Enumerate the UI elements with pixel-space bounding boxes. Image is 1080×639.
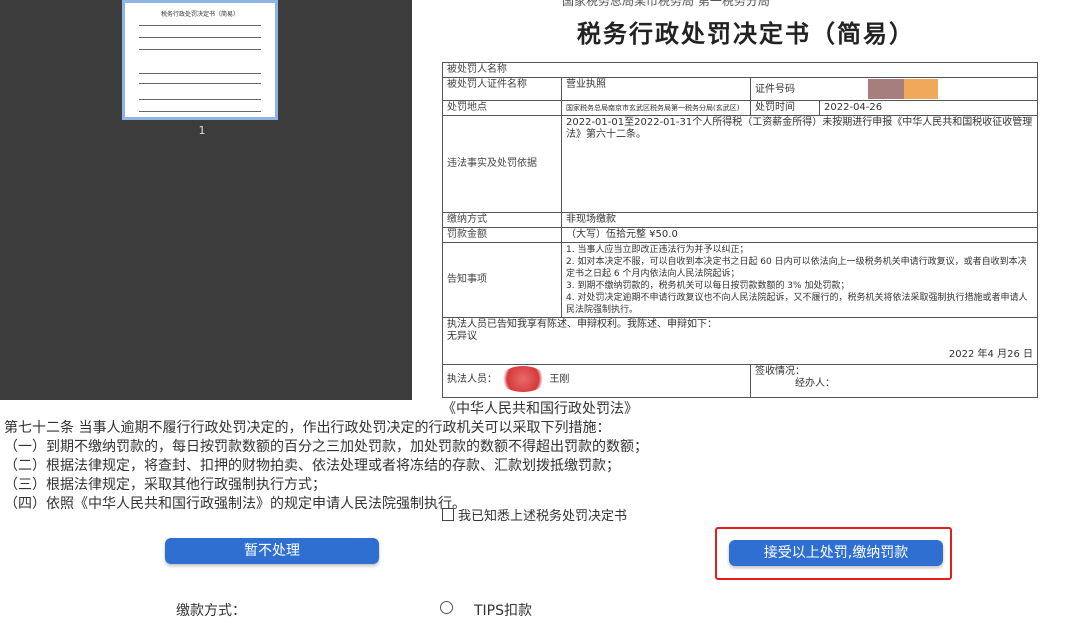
consent-label: 我已知悉上述税务处罚决定书 <box>458 509 628 524</box>
thumbnail-line <box>139 49 261 50</box>
party-name-label: 被处罚人名称 <box>442 62 1038 78</box>
fine-label: 罚款金额 <box>442 227 562 243</box>
facts-value: 2022-01-01至2022-01-31个人所得税（工资薪金所得）未按期进行申… <box>561 115 1038 213</box>
time-label: 处罚时间 <box>749 100 821 116</box>
statement-value: 无异议 <box>447 331 477 342</box>
officer-label: 执法人员： <box>447 374 497 385</box>
officer-name: 王刚 <box>549 374 570 385</box>
page-thumbnail[interactable]: 税务行政处罚决定书（简易） <box>122 0 278 120</box>
receipt-cell: 签收情况： 经办人： <box>750 364 1038 398</box>
cert-no-cell: 证件号码 <box>750 77 1038 101</box>
notice-item: 3. 到期不缴纳罚款的，税务机关可以每日按罚款数额的 3% 加处罚款； <box>566 281 850 291</box>
official-seal <box>500 366 547 392</box>
notice-item: 4. 对处罚决定逾期不申请行政复议也不向人民法院起诉，又不履行的，税务机关将依法… <box>566 293 1028 315</box>
thumbnail-line <box>139 25 261 26</box>
statement-date: 2022 年4 月26 日 <box>948 349 1033 360</box>
time-value: 2022-04-26 <box>819 100 1038 116</box>
statement-text: 执法人员已告知我享有陈述、申辩权利。我陈述、申辩如下： <box>447 319 717 330</box>
law-title: 《中华人民共和国行政处罚法》 <box>442 401 638 417</box>
redacted-block <box>868 79 939 99</box>
receipt-label: 签收情况： <box>755 366 805 377</box>
notice-item: 2. 如对本决定不服，可以自收到本决定书之日起 60 日内可以依法向上一级税务机… <box>566 257 1027 279</box>
party-id-label: 被处罚人证件名称 <box>442 77 562 101</box>
notice-label: 告知事项 <box>442 242 562 318</box>
payment-method-label: 缴纳方式 <box>442 212 562 228</box>
thumbnail-title: 税务行政处罚决定书（简易） <box>160 11 239 18</box>
thumbnail-line <box>139 99 261 100</box>
location-value: 国家税务总局南京市玄武区税务局第一税务分局(玄武区) <box>561 100 751 116</box>
decline-button[interactable]: 暂不处理 <box>165 538 379 564</box>
document-page: 国家税务总局某市税务局 第一税务分局 税务行政处罚决定书（简易） 被处罚人名称 … <box>412 0 1080 400</box>
thumbnail-page-number: 1 <box>198 124 206 137</box>
notice-item: 1. 当事人应当立即改正违法行为并予以纠正； <box>566 245 749 255</box>
consent-row[interactable]: 我已知悉上述税务处罚决定书 <box>442 505 627 524</box>
handler-label: 经办人： <box>795 378 835 389</box>
penalty-form-table: 被处罚人名称 被处罚人证件名称 营业执照 证件号码 处罚地点 国家税务总局南京市… <box>442 62 1038 398</box>
pdf-viewer: 税务行政处罚决定书（简易） 1 国家税务总局某市税务局 第一税务分局 税务行政处… <box>0 0 1080 400</box>
notice-list: 1. 当事人应当立即改正违法行为并予以纠正； 2. 如对本决定不服，可以自收到本… <box>561 242 1038 318</box>
law-line: （一）到期不缴纳罚款的，每日按罚款数额的百分之三加处罚款，加处罚款的数额不得超出… <box>4 439 648 455</box>
document-title: 税务行政处罚决定书（简易） <box>577 19 915 48</box>
law-line: （二）根据法律规定，将查封、扣押的财物拍卖、依法处理或者将冻结的存款、汇款划拨抵… <box>4 458 620 474</box>
fine-value: （大写）伍拾元整 ¥50.0 <box>561 227 1038 243</box>
cert-no-label: 证件号码 <box>755 84 795 95</box>
thumbnail-line <box>139 37 261 38</box>
statement-cell: 执法人员已告知我享有陈述、申辩权利。我陈述、申辩如下： 无异议 2022 年4 … <box>442 317 1038 365</box>
payment-method-value: 非现场缴款 <box>561 212 1038 228</box>
thumbnail-line <box>139 111 261 112</box>
law-line: （三）根据法律规定，采取其他行政强制执行方式； <box>4 477 326 493</box>
officer-cell: 执法人员： 王刚 <box>442 364 751 398</box>
tips-radio[interactable] <box>440 601 453 614</box>
thumbnail-pane: 税务行政处罚决定书（简易） 1 <box>0 0 412 400</box>
accept-pay-button[interactable]: 接受以上处罚,缴纳罚款 <box>729 540 943 566</box>
facts-label: 违法事实及处罚依据 <box>442 115 562 213</box>
thumbnail-line <box>139 73 261 74</box>
party-id-value: 营业执照 <box>561 77 751 101</box>
tips-option-label[interactable]: TIPS扣款 <box>474 600 532 620</box>
law-text-block: 《中华人民共和国行政处罚法》 第七十二条 当事人逾期不履行行政处罚决定的，作出行… <box>0 400 1080 514</box>
thumbnail-line <box>139 83 261 84</box>
document-header-text: 国家税务总局某市税务局 第一税务分局 <box>562 0 770 8</box>
location-label: 处罚地点 <box>442 100 562 116</box>
payment-method-label: 缴款方式： <box>176 603 246 619</box>
law-line: 第七十二条 当事人逾期不履行行政处罚决定的，作出行政处罚决定的行政机关可以采取下… <box>4 420 611 436</box>
consent-checkbox[interactable] <box>442 508 454 521</box>
